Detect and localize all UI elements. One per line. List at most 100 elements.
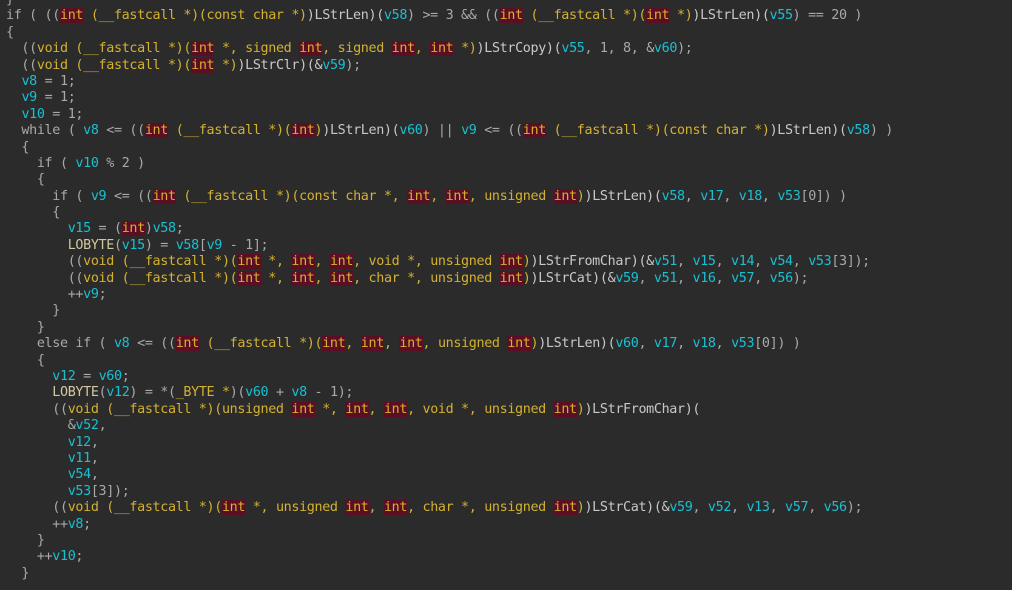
- variable-token[interactable]: v15: [122, 238, 145, 253]
- variable-token[interactable]: v59: [322, 58, 345, 73]
- code-line[interactable]: {: [6, 353, 893, 369]
- function-token[interactable]: )LStrLen)(: [538, 336, 615, 351]
- code-line[interactable]: ++v8;: [6, 517, 893, 533]
- variable-token[interactable]: v8: [21, 74, 37, 89]
- variable-token[interactable]: v17: [700, 189, 723, 204]
- variable-token[interactable]: v9: [83, 287, 99, 302]
- code-line[interactable]: ((void (__fastcall *)(int *, signed int,…: [6, 41, 893, 57]
- variable-token[interactable]: v59: [615, 271, 638, 286]
- variable-token[interactable]: v58: [847, 123, 870, 138]
- variable-token[interactable]: v18: [739, 189, 762, 204]
- code-line[interactable]: v15 = (int)v58;: [6, 221, 893, 237]
- variable-token[interactable]: v55: [770, 8, 793, 23]
- variable-token[interactable]: v53: [731, 336, 754, 351]
- code-line[interactable]: {: [6, 205, 893, 221]
- variable-token[interactable]: v10: [75, 156, 98, 171]
- variable-token[interactable]: v55: [561, 41, 584, 56]
- code-line[interactable]: ((void (__fastcall *)(int *))LStrClr)(&v…: [6, 57, 893, 74]
- variable-token[interactable]: v17: [654, 336, 677, 351]
- code-line[interactable]: }: [6, 0, 893, 8]
- variable-token[interactable]: v11: [68, 451, 91, 466]
- variable-token[interactable]: v58: [176, 238, 199, 253]
- variable-token[interactable]: v9: [207, 238, 223, 253]
- code-line[interactable]: while ( v8 <= ((int (__fastcall *)(int))…: [6, 123, 893, 139]
- code-line[interactable]: ((void (__fastcall *)(int *, unsigned in…: [6, 500, 893, 516]
- variable-token[interactable]: v8: [114, 336, 130, 351]
- code-line[interactable]: v54,: [6, 467, 893, 483]
- code-line[interactable]: LOBYTE(v12) = *(_BYTE *)(v60 + v8 - 1);: [6, 385, 893, 401]
- code-line[interactable]: ((void (__fastcall *)(unsigned int *, in…: [6, 401, 893, 418]
- variable-token[interactable]: v51: [654, 271, 677, 286]
- code-line[interactable]: ((void (__fastcall *)(int *, int, int, c…: [6, 270, 893, 287]
- code-line[interactable]: v53[3]);: [6, 484, 893, 500]
- function-token[interactable]: )LStrLen)(: [692, 8, 769, 23]
- variable-token[interactable]: v10: [21, 107, 44, 122]
- variable-token[interactable]: v58: [662, 189, 685, 204]
- variable-token[interactable]: v52: [708, 500, 731, 515]
- code-line[interactable]: if ( ((int (__fastcall *)(const char *))…: [6, 8, 893, 24]
- variable-token[interactable]: v53: [777, 189, 800, 204]
- variable-token[interactable]: v60: [399, 123, 422, 138]
- function-token[interactable]: )LStrCopy)(: [477, 41, 562, 56]
- variable-token[interactable]: v57: [785, 500, 808, 515]
- variable-token[interactable]: v52: [75, 418, 98, 433]
- code-line[interactable]: {: [6, 140, 893, 156]
- variable-token[interactable]: v53: [68, 484, 91, 499]
- code-line[interactable]: {: [6, 172, 893, 188]
- variable-token[interactable]: v12: [106, 385, 129, 400]
- variable-token[interactable]: v60: [99, 369, 122, 384]
- code-line[interactable]: v9 = 1;: [6, 90, 893, 106]
- code-line[interactable]: }: [6, 533, 893, 549]
- variable-token[interactable]: v9: [91, 189, 107, 204]
- variable-token[interactable]: v16: [692, 271, 715, 286]
- code-line[interactable]: ++v10;: [6, 549, 893, 565]
- function-token[interactable]: )LStrFromChar)(: [584, 402, 700, 417]
- variable-token[interactable]: v8: [83, 123, 99, 138]
- pseudocode-view[interactable]: }if ( ((int (__fastcall *)(const char *)…: [6, 0, 893, 582]
- variable-token[interactable]: v60: [245, 385, 268, 400]
- function-token[interactable]: )LStrCat)(&: [584, 500, 669, 515]
- variable-token[interactable]: v53: [808, 254, 831, 269]
- code-line[interactable]: v11,: [6, 451, 893, 467]
- function-token[interactable]: )LStrFromChar)(&: [530, 254, 654, 269]
- variable-token[interactable]: v54: [770, 254, 793, 269]
- variable-token[interactable]: v12: [68, 435, 91, 450]
- code-line[interactable]: if ( v10 % 2 ): [6, 156, 893, 172]
- function-token[interactable]: )LStrClr)(&: [237, 58, 322, 73]
- code-line[interactable]: v10 = 1;: [6, 107, 893, 123]
- code-line[interactable]: v12,: [6, 435, 893, 451]
- variable-token[interactable]: v58: [384, 8, 407, 23]
- variable-token[interactable]: v10: [52, 549, 75, 564]
- variable-token[interactable]: v12: [52, 369, 75, 384]
- function-token[interactable]: )LStrLen)(: [307, 8, 384, 23]
- variable-token[interactable]: v58: [153, 221, 176, 236]
- variable-token[interactable]: v18: [693, 336, 716, 351]
- variable-token[interactable]: v8: [68, 517, 84, 532]
- variable-token[interactable]: v15: [692, 254, 715, 269]
- function-token[interactable]: )LStrLen)(: [770, 123, 847, 138]
- variable-token[interactable]: v54: [68, 467, 91, 482]
- code-line[interactable]: ((void (__fastcall *)(int *, int, int, v…: [6, 254, 893, 270]
- variable-token[interactable]: v56: [770, 271, 793, 286]
- code-line[interactable]: }: [6, 566, 893, 582]
- code-line[interactable]: {: [6, 25, 893, 41]
- code-line[interactable]: ++v9;: [6, 287, 893, 303]
- variable-token[interactable]: v15: [68, 221, 91, 236]
- code-line[interactable]: v12 = v60;: [6, 369, 893, 385]
- function-token[interactable]: )LStrLen)(: [584, 189, 661, 204]
- code-line[interactable]: &v52,: [6, 418, 893, 434]
- variable-token[interactable]: v9: [461, 123, 477, 138]
- code-line[interactable]: LOBYTE(v15) = v58[v9 - 1];: [6, 238, 893, 254]
- variable-token[interactable]: v13: [746, 500, 769, 515]
- variable-token[interactable]: v60: [654, 41, 677, 56]
- code-line[interactable]: v8 = 1;: [6, 74, 893, 90]
- variable-token[interactable]: v14: [731, 254, 754, 269]
- variable-token[interactable]: v60: [615, 336, 638, 351]
- function-token[interactable]: )LStrLen)(: [322, 123, 399, 138]
- code-line[interactable]: else if ( v8 <= ((int (__fastcall *)(int…: [6, 336, 893, 352]
- variable-token[interactable]: v8: [291, 385, 307, 400]
- variable-token[interactable]: v9: [21, 90, 37, 105]
- variable-token[interactable]: v56: [824, 500, 847, 515]
- variable-token[interactable]: v59: [669, 500, 692, 515]
- code-line[interactable]: }: [6, 303, 893, 319]
